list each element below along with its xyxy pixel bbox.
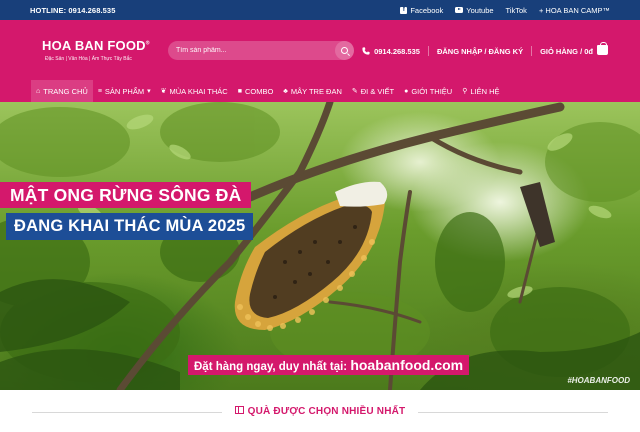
bag-icon: ■ (237, 87, 242, 95)
home-icon: ⌂ (36, 87, 41, 95)
facebook-icon: f (400, 6, 408, 14)
facebook-link[interactable]: f Facebook (400, 6, 443, 15)
chevron-down-icon: ▾ (147, 88, 151, 95)
pin-icon: ⚲ (462, 88, 468, 95)
nav-item-contact[interactable]: ⚲ LIÊN HỆ (457, 80, 504, 102)
cart-link[interactable]: GIỎ HÀNG / 0đ (540, 47, 593, 56)
hero-headline-1: MẬT ONG RỪNG SÔNG ĐÀ (0, 182, 252, 208)
search-bar (168, 41, 354, 60)
featured-gifts-section: QUÀ ĐƯỢC CHỌN NHIỀU NHẤT (0, 390, 640, 432)
nav-item-harvest-season[interactable]: ❦ MÙA KHAI THÁC (156, 80, 233, 102)
list-icon: ≡ (97, 87, 102, 95)
divider (531, 46, 533, 56)
hotline-text: HOTLINE: 0914.268.535 (30, 5, 116, 15)
divider (427, 46, 429, 56)
header-actions: 0914.268.535 ĐĂNG NHẬP / ĐĂNG KÝ GIỎ HÀN… (362, 42, 608, 56)
search-button[interactable] (335, 41, 354, 60)
search-icon (341, 47, 348, 54)
divider (418, 412, 608, 413)
social-links: f Facebook Youtube TikTok + HOA BAN CAMP… (400, 6, 610, 15)
nav-item-travel-write[interactable]: ✎ ĐI & VIẾT (347, 80, 399, 102)
youtube-icon (455, 7, 464, 13)
phone-icon (362, 47, 370, 55)
site-logo[interactable]: HOA BAN FOOD® Đặc Sản | Văn Hóa | Ẩm Thự… (42, 38, 150, 62)
leaf-icon: ❦ (160, 88, 167, 95)
login-register-link[interactable]: ĐĂNG NHẬP / ĐĂNG KÝ (437, 47, 523, 56)
hoa-ban-camp-link[interactable]: + HOA BAN CAMP™ (539, 6, 610, 15)
tiktok-link[interactable]: TikTok (506, 6, 527, 15)
logo-tagline: Đặc Sản | Văn Hóa | Ẩm Thực Tây Bắc (45, 56, 132, 62)
hero-order-cta[interactable]: Đặt hàng ngay, duy nhất tại: hoabanfood.… (188, 355, 470, 375)
phone-link[interactable]: 0914.268.535 (362, 47, 420, 56)
nav-item-bamboo-rattan[interactable]: ♣ MÂY TRE ĐAN (278, 80, 347, 102)
youtube-link[interactable]: Youtube (455, 6, 494, 15)
cart-icon[interactable] (597, 42, 608, 55)
hero-banner[interactable]: MẬT ONG RỪNG SÔNG ĐÀ ĐANG KHAI THÁC MÙA … (0, 102, 640, 390)
search-input[interactable] (176, 47, 335, 54)
gift-icon (234, 406, 244, 414)
pen-icon: ✎ (351, 88, 358, 95)
info-icon: ● (404, 87, 409, 95)
nav-item-combo[interactable]: ■ COMBO (233, 80, 279, 102)
main-nav: ⌂ TRANG CHỦ ≡ SẢN PHẨM ▾ ❦ MÙA KHAI THÁC… (0, 80, 640, 102)
hero-headline-2: ĐANG KHAI THÁC MÙA 2025 (6, 213, 254, 240)
hero-hashtag: #HOABANFOOD (567, 376, 630, 385)
nav-item-products[interactable]: ≡ SẢN PHẨM ▾ (93, 80, 156, 102)
hero-photo (0, 102, 640, 390)
nav-item-home[interactable]: ⌂ TRANG CHỦ (31, 80, 93, 102)
nav-item-about[interactable]: ● GIỚI THIỆU (399, 80, 457, 102)
top-bar: HOTLINE: 0914.268.535 f Facebook Youtube… (0, 0, 640, 20)
basket-icon: ♣ (283, 87, 288, 95)
main-header: HOA BAN FOOD® Đặc Sản | Văn Hóa | Ẩm Thự… (0, 20, 640, 80)
